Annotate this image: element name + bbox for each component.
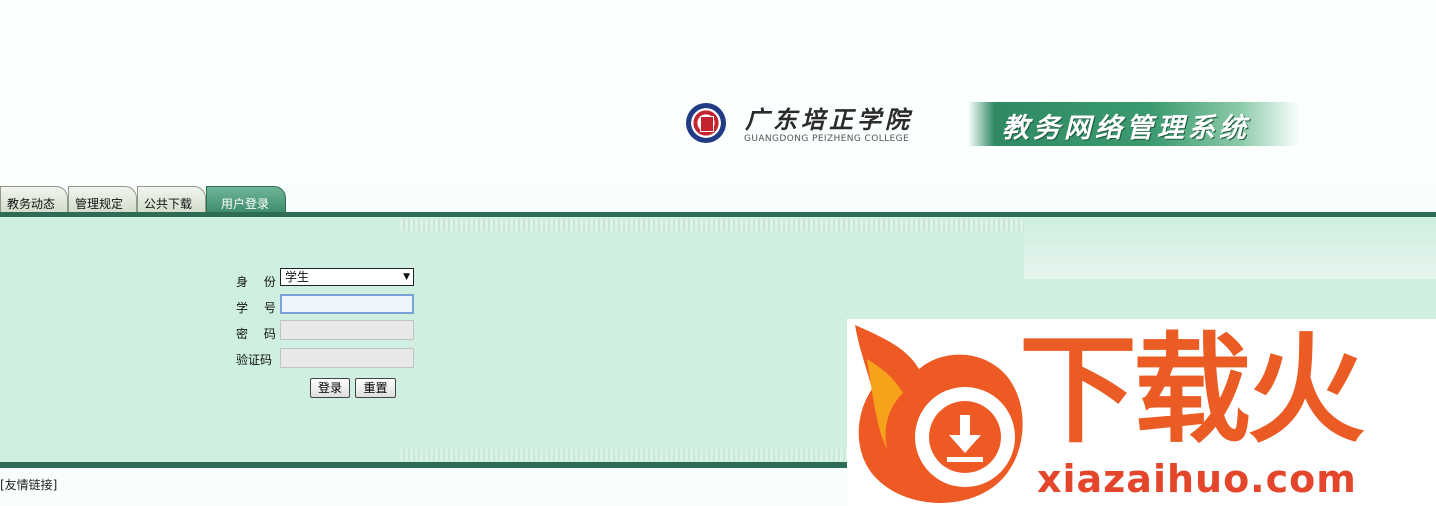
identity-selected-value: 学生 bbox=[285, 270, 310, 284]
login-button[interactable]: 登录 bbox=[310, 378, 350, 398]
college-name-cn: 广东培正学院 bbox=[745, 105, 913, 134]
captcha-input[interactable] bbox=[280, 348, 414, 368]
reset-button[interactable]: 重置 bbox=[355, 378, 396, 398]
decor-band bbox=[400, 219, 1024, 231]
college-name-en: GUANGDONG PEIZHENG COLLEGE bbox=[744, 134, 910, 144]
watermark-overlay: 下载火 xiazaihuo.com bbox=[847, 319, 1436, 506]
student-id-label: 学 号 bbox=[236, 301, 282, 315]
tab-news[interactable]: 教务动态 bbox=[0, 186, 68, 212]
tab-user-login[interactable]: 用户登录 bbox=[206, 186, 286, 212]
dropdown-arrow-icon: ▼ bbox=[403, 272, 410, 282]
decor-band bbox=[1024, 219, 1436, 279]
watermark-text-cn: 下载火 bbox=[1019, 321, 1365, 459]
student-id-input[interactable] bbox=[280, 294, 414, 314]
password-input[interactable] bbox=[280, 320, 414, 340]
friend-links[interactable]: [友情链接] bbox=[0, 476, 57, 493]
page-header bbox=[0, 0, 1436, 186]
captcha-label: 验证码 bbox=[236, 353, 273, 367]
tab-downloads[interactable]: 公共下载 bbox=[137, 186, 206, 212]
watermark-text-en: xiazaihuo.com bbox=[1037, 457, 1357, 501]
college-seal-logo bbox=[686, 103, 726, 143]
system-title: 教务网络管理系统 bbox=[1002, 113, 1250, 144]
identity-select[interactable]: 学生 ▼ bbox=[280, 268, 414, 286]
identity-label: 身 份 bbox=[236, 275, 282, 289]
password-label: 密 码 bbox=[236, 327, 282, 341]
flame-download-icon bbox=[855, 325, 1023, 503]
tab-regulations[interactable]: 管理规定 bbox=[68, 186, 137, 212]
